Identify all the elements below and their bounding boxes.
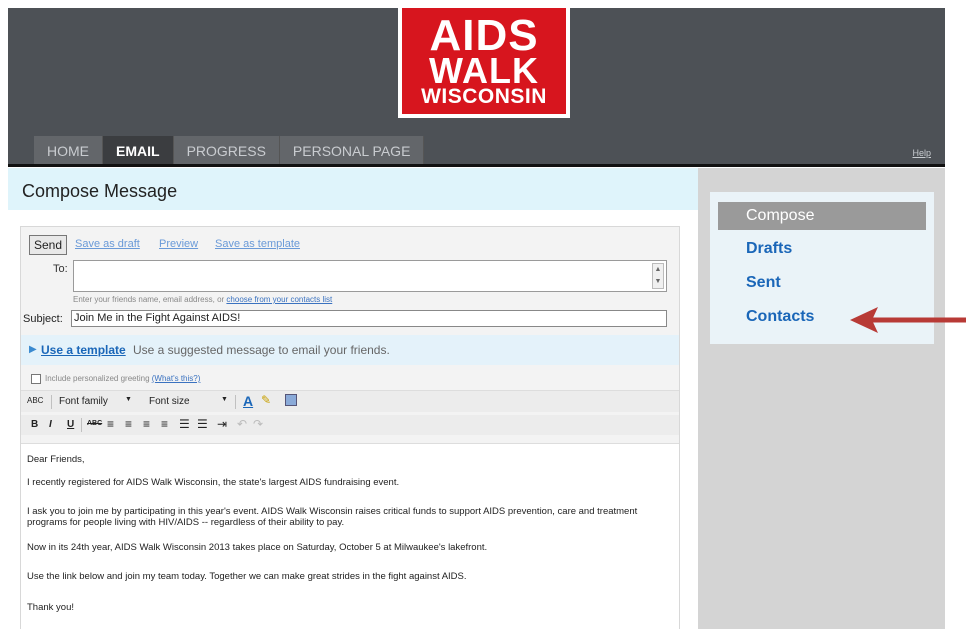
paste-icon[interactable] [285,394,297,406]
align-left-icon[interactable]: ≡ [107,417,114,431]
sidebar-item-compose[interactable]: Compose [718,202,926,230]
use-template-link[interactable]: Use a template [41,343,126,357]
logo-line-3: WISCONSIN [421,85,547,108]
body-paragraph: Thank you! [27,602,74,613]
numbered-list-icon[interactable]: ☰ [197,417,208,431]
align-justify-icon[interactable]: ≡ [161,417,168,431]
save-draft-link[interactable]: Save as draft [75,238,140,250]
body-paragraph: I ask you to join me by participating in… [27,506,638,528]
aids-walk-wisconsin-logo[interactable]: AIDS WALK WISCONSIN [398,8,570,118]
redo-icon[interactable]: ↷ [253,417,263,431]
template-description: Use a suggested message to email your fr… [133,343,390,357]
nav-tab-email[interactable]: EMAIL [103,136,174,166]
to-field[interactable]: ▲ ▼ [73,260,667,292]
greeting-label-text: Include personalized greeting [45,374,150,383]
whats-this-link[interactable]: (What's this?) [152,374,201,383]
body-paragraph: I recently registered for AIDS Walk Wisc… [27,477,400,488]
save-template-link[interactable]: Save as template [215,238,300,250]
preview-link[interactable]: Preview [159,238,198,250]
undo-icon[interactable]: ↶ [237,417,247,431]
page-title: Compose Message [22,181,178,201]
toolbar-divider [235,395,236,409]
highlight-icon[interactable]: ✎ [261,393,271,407]
nav-tab-personal-page[interactable]: PERSONAL PAGE [279,136,425,166]
arrow-icon [850,307,966,333]
font-size-select[interactable]: Font size [149,396,190,407]
subject-input[interactable]: Join Me in the Fight Against AIDS! [71,310,667,327]
logo-line-2: WALK [429,50,539,91]
text-color-icon[interactable]: A [243,393,253,409]
toolbar-divider [51,395,52,409]
to-hint-text: Enter your friends name, email address, … [73,295,225,304]
align-center-icon[interactable]: ≡ [125,417,132,431]
expand-triangle-icon[interactable]: ▶ [29,344,37,355]
font-family-select[interactable]: Font family [59,396,108,407]
nav-tab-progress[interactable]: PROGRESS [173,136,280,166]
sidebar-item-contacts[interactable]: Contacts [746,308,814,326]
toolbar-divider [81,418,82,432]
page: AIDS WALK WISCONSIN HOME EMAIL PROGRESS … [0,0,977,629]
greeting-label: Include personalized greeting (What's th… [45,374,200,383]
chevron-down-icon[interactable]: ▼ [221,396,228,403]
spellcheck-icon[interactable]: ABC [27,396,43,405]
indent-icon[interactable]: ⇥ [217,417,227,431]
nav-tab-home[interactable]: HOME [34,136,103,166]
to-hint: Enter your friends name, email address, … [73,295,332,304]
header-divider [8,164,945,167]
choose-contacts-link[interactable]: choose from your contacts list [226,295,332,304]
help-link[interactable]: Help [912,148,931,158]
title-bar: Compose Message [8,168,698,210]
compose-form: Send Save as draft Preview Save as templ… [20,226,680,629]
editor-toolbar-row-2: B I U ABC ≡ ≡ ≡ ≡ ☰ ☰ ⇥ ↶ ↷ [21,415,679,435]
underline-button[interactable]: U [67,419,74,430]
align-right-icon[interactable]: ≡ [143,417,150,431]
right-sidebar: Compose Drafts Sent Contacts [698,168,945,629]
to-label: To: [53,263,68,275]
site-header: AIDS WALK WISCONSIN HOME EMAIL PROGRESS … [8,8,945,166]
to-scrollbar[interactable]: ▲ ▼ [652,263,664,289]
chevron-down-icon[interactable]: ▼ [125,396,132,403]
italic-button[interactable]: I [49,419,52,430]
bullet-list-icon[interactable]: ☰ [179,417,190,431]
greeting-checkbox[interactable] [31,374,41,384]
editor-toolbar-row-1: ABC Font family ▼ Font size ▼ A ✎ [21,390,679,412]
sidebar-item-sent[interactable]: Sent [746,274,781,292]
template-bar: ▶ Use a template Use a suggested message… [21,335,679,365]
message-body-editor[interactable]: Dear Friends, I recently registered for … [21,443,679,629]
bold-button[interactable]: B [31,419,38,430]
sidebar-item-drafts[interactable]: Drafts [746,240,792,258]
body-paragraph: Use the link below and join my team toda… [27,571,467,582]
body-paragraph: Now in its 24th year, AIDS Walk Wisconsi… [27,542,488,553]
send-button[interactable]: Send [29,235,67,255]
body-paragraph: Dear Friends, [27,454,85,465]
strikethrough-button[interactable]: ABC [87,420,102,427]
main-nav: HOME EMAIL PROGRESS PERSONAL PAGE [34,136,425,166]
subject-label: Subject: [23,313,63,325]
